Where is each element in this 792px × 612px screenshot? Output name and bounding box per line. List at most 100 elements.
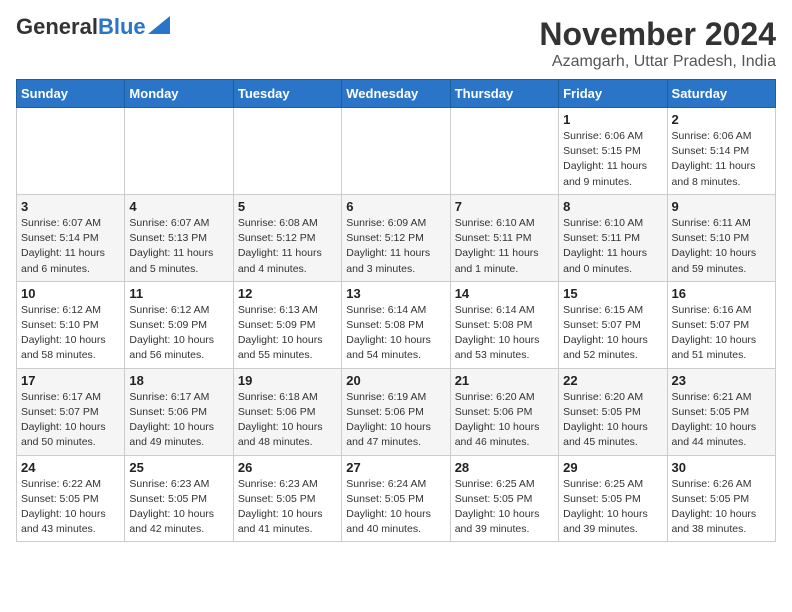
day-info: Sunrise: 6:19 AM Sunset: 5:06 PM Dayligh… [346, 390, 445, 451]
calendar-day-cell [450, 108, 558, 195]
day-info: Sunrise: 6:14 AM Sunset: 5:08 PM Dayligh… [346, 303, 445, 364]
day-number: 5 [238, 199, 337, 214]
day-number: 15 [563, 286, 662, 301]
calendar-day-cell: 24 Sunrise: 6:22 AM Sunset: 5:05 PM Dayli… [17, 455, 125, 542]
day-number: 16 [672, 286, 771, 301]
day-info: Sunrise: 6:18 AM Sunset: 5:06 PM Dayligh… [238, 390, 337, 451]
day-info: Sunrise: 6:15 AM Sunset: 5:07 PM Dayligh… [563, 303, 662, 364]
day-info: Sunrise: 6:24 AM Sunset: 5:05 PM Dayligh… [346, 477, 445, 538]
day-info: Sunrise: 6:08 AM Sunset: 5:12 PM Dayligh… [238, 216, 337, 277]
logo-general: General [16, 14, 98, 39]
calendar-day-cell: 8 Sunrise: 6:10 AM Sunset: 5:11 PM Daylig… [559, 194, 667, 281]
logo-blue: Blue [98, 14, 146, 39]
day-info: Sunrise: 6:10 AM Sunset: 5:11 PM Dayligh… [563, 216, 662, 277]
calendar-day-cell [342, 108, 450, 195]
calendar-week-row: 3Sunrise: 6:07 AM Sunset: 5:14 PM Daylig… [17, 194, 776, 281]
day-info: Sunrise: 6:17 AM Sunset: 5:06 PM Dayligh… [129, 390, 228, 451]
day-number: 4 [129, 199, 228, 214]
subtitle: Azamgarh, Uttar Pradesh, India [539, 53, 776, 71]
weekday-header: Tuesday [233, 80, 341, 108]
calendar-day-cell: 23 Sunrise: 6:21 AM Sunset: 5:05 PM Dayli… [667, 368, 775, 455]
day-info: Sunrise: 6:17 AM Sunset: 5:07 PM Dayligh… [21, 390, 120, 451]
day-info: Sunrise: 6:23 AM Sunset: 5:05 PM Dayligh… [129, 477, 228, 538]
day-info: Sunrise: 6:06 AM Sunset: 5:15 PM Dayligh… [563, 129, 662, 190]
title-block: November 2024 Azamgarh, Uttar Pradesh, I… [539, 16, 776, 71]
day-info: Sunrise: 6:07 AM Sunset: 5:13 PM Dayligh… [129, 216, 228, 277]
calendar-day-cell: 18 Sunrise: 6:17 AM Sunset: 5:06 PM Dayli… [125, 368, 233, 455]
day-info: Sunrise: 6:26 AM Sunset: 5:05 PM Dayligh… [672, 477, 771, 538]
calendar-day-cell: 14 Sunrise: 6:14 AM Sunset: 5:08 PM Dayli… [450, 281, 558, 368]
day-number: 7 [455, 199, 554, 214]
calendar-day-cell: 20 Sunrise: 6:19 AM Sunset: 5:06 PM Dayli… [342, 368, 450, 455]
day-number: 19 [238, 373, 337, 388]
day-number: 6 [346, 199, 445, 214]
calendar-day-cell: 13 Sunrise: 6:14 AM Sunset: 5:08 PM Dayli… [342, 281, 450, 368]
day-number: 21 [455, 373, 554, 388]
weekday-header: Thursday [450, 80, 558, 108]
day-number: 3 [21, 199, 120, 214]
calendar-day-cell: 10Sunrise: 6:12 AM Sunset: 5:10 PM Dayli… [17, 281, 125, 368]
day-number: 23 [672, 373, 771, 388]
calendar-day-cell: 17 Sunrise: 6:17 AM Sunset: 5:07 PM Dayli… [17, 368, 125, 455]
calendar-day-cell [125, 108, 233, 195]
calendar-table: SundayMondayTuesdayWednesdayThursdayFrid… [16, 79, 776, 542]
day-info: Sunrise: 6:16 AM Sunset: 5:07 PM Dayligh… [672, 303, 771, 364]
day-number: 13 [346, 286, 445, 301]
calendar-day-cell: 7 Sunrise: 6:10 AM Sunset: 5:11 PM Daylig… [450, 194, 558, 281]
calendar-day-cell: 6 Sunrise: 6:09 AM Sunset: 5:12 PM Daylig… [342, 194, 450, 281]
calendar-day-cell: 25 Sunrise: 6:23 AM Sunset: 5:05 PM Dayli… [125, 455, 233, 542]
calendar-day-cell: 29Sunrise: 6:25 AM Sunset: 5:05 PM Dayli… [559, 455, 667, 542]
calendar-day-cell [233, 108, 341, 195]
day-number: 18 [129, 373, 228, 388]
calendar-week-row: 1 Sunrise: 6:06 AM Sunset: 5:15 PM Daylig… [17, 108, 776, 195]
day-info: Sunrise: 6:09 AM Sunset: 5:12 PM Dayligh… [346, 216, 445, 277]
calendar-day-cell: 12Sunrise: 6:13 AM Sunset: 5:09 PM Dayli… [233, 281, 341, 368]
day-info: Sunrise: 6:06 AM Sunset: 5:14 PM Dayligh… [672, 129, 771, 190]
day-info: Sunrise: 6:14 AM Sunset: 5:08 PM Dayligh… [455, 303, 554, 364]
day-number: 11 [129, 286, 228, 301]
day-number: 25 [129, 460, 228, 475]
calendar-day-cell: 27Sunrise: 6:24 AM Sunset: 5:05 PM Dayli… [342, 455, 450, 542]
day-number: 28 [455, 460, 554, 475]
weekday-header: Friday [559, 80, 667, 108]
calendar-week-row: 24 Sunrise: 6:22 AM Sunset: 5:05 PM Dayli… [17, 455, 776, 542]
day-info: Sunrise: 6:13 AM Sunset: 5:09 PM Dayligh… [238, 303, 337, 364]
calendar-day-cell: 26Sunrise: 6:23 AM Sunset: 5:05 PM Dayli… [233, 455, 341, 542]
calendar-body: 1 Sunrise: 6:06 AM Sunset: 5:15 PM Daylig… [17, 108, 776, 542]
day-number: 22 [563, 373, 662, 388]
day-info: Sunrise: 6:11 AM Sunset: 5:10 PM Dayligh… [672, 216, 771, 277]
day-info: Sunrise: 6:20 AM Sunset: 5:05 PM Dayligh… [563, 390, 662, 451]
calendar-week-row: 17 Sunrise: 6:17 AM Sunset: 5:07 PM Dayli… [17, 368, 776, 455]
calendar-day-cell: 19 Sunrise: 6:18 AM Sunset: 5:06 PM Dayli… [233, 368, 341, 455]
calendar-day-cell: 1 Sunrise: 6:06 AM Sunset: 5:15 PM Daylig… [559, 108, 667, 195]
calendar-header: SundayMondayTuesdayWednesdayThursdayFrid… [17, 80, 776, 108]
day-info: Sunrise: 6:22 AM Sunset: 5:05 PM Dayligh… [21, 477, 120, 538]
page-header: GeneralBlue November 2024 Azamgarh, Utta… [16, 16, 776, 71]
day-number: 24 [21, 460, 120, 475]
calendar-week-row: 10Sunrise: 6:12 AM Sunset: 5:10 PM Dayli… [17, 281, 776, 368]
day-number: 14 [455, 286, 554, 301]
day-info: Sunrise: 6:20 AM Sunset: 5:06 PM Dayligh… [455, 390, 554, 451]
calendar-day-cell: 15 Sunrise: 6:15 AM Sunset: 5:07 PM Dayli… [559, 281, 667, 368]
day-number: 20 [346, 373, 445, 388]
main-title: November 2024 [539, 16, 776, 53]
header-row: SundayMondayTuesdayWednesdayThursdayFrid… [17, 80, 776, 108]
day-number: 10 [21, 286, 120, 301]
calendar-day-cell: 22 Sunrise: 6:20 AM Sunset: 5:05 PM Dayli… [559, 368, 667, 455]
day-info: Sunrise: 6:10 AM Sunset: 5:11 PM Dayligh… [455, 216, 554, 277]
weekday-header: Sunday [17, 80, 125, 108]
day-number: 2 [672, 112, 771, 127]
day-info: Sunrise: 6:21 AM Sunset: 5:05 PM Dayligh… [672, 390, 771, 451]
day-number: 17 [21, 373, 120, 388]
day-number: 9 [672, 199, 771, 214]
calendar-day-cell: 28Sunrise: 6:25 AM Sunset: 5:05 PM Dayli… [450, 455, 558, 542]
logo: GeneralBlue [16, 16, 170, 38]
calendar-day-cell: 5 Sunrise: 6:08 AM Sunset: 5:12 PM Daylig… [233, 194, 341, 281]
weekday-header: Saturday [667, 80, 775, 108]
day-number: 30 [672, 460, 771, 475]
day-number: 8 [563, 199, 662, 214]
calendar-day-cell: 21 Sunrise: 6:20 AM Sunset: 5:06 PM Dayli… [450, 368, 558, 455]
calendar-day-cell: 2 Sunrise: 6:06 AM Sunset: 5:14 PM Daylig… [667, 108, 775, 195]
calendar-day-cell: 30 Sunrise: 6:26 AM Sunset: 5:05 PM Dayli… [667, 455, 775, 542]
day-number: 1 [563, 112, 662, 127]
